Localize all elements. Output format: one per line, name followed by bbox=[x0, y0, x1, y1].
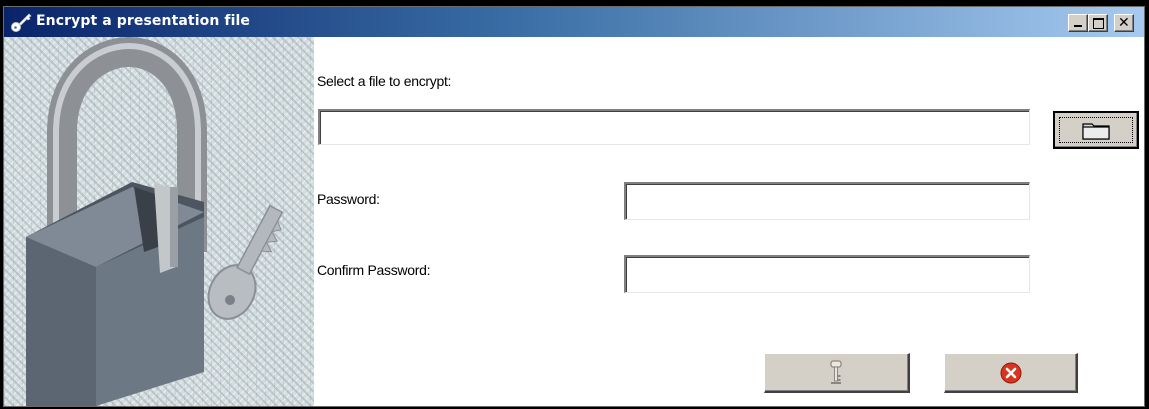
key-icon bbox=[11, 13, 32, 32]
password-field[interactable] bbox=[624, 182, 1030, 220]
folder-icon bbox=[1082, 123, 1110, 140]
cancel-button[interactable] bbox=[944, 353, 1078, 393]
padlock-icon bbox=[26, 37, 284, 406]
close-icon: ✕ bbox=[1118, 15, 1130, 31]
padlock-and-key-illustration bbox=[4, 37, 314, 406]
file-label: Select a file to encrypt: bbox=[317, 73, 452, 89]
cancel-icon bbox=[1000, 362, 1022, 384]
encrypt-window: Encrypt a presentation file ✕ Select a f… bbox=[3, 6, 1145, 407]
confirm-password-field[interactable] bbox=[624, 255, 1030, 293]
password-label: Password: bbox=[317, 191, 380, 207]
encrypt-button[interactable] bbox=[764, 353, 910, 393]
close-button[interactable]: ✕ bbox=[1114, 14, 1134, 32]
key-icon bbox=[830, 360, 842, 384]
minimize-icon bbox=[1074, 25, 1082, 27]
file-path-input[interactable] bbox=[318, 109, 1030, 145]
maximize-icon bbox=[1093, 18, 1104, 29]
confirm-password-label: Confirm Password: bbox=[317, 262, 431, 278]
minimize-button[interactable] bbox=[1068, 14, 1088, 32]
window-title: Encrypt a presentation file bbox=[36, 13, 250, 29]
title-bar[interactable]: Encrypt a presentation file ✕ bbox=[4, 7, 1144, 37]
browse-button[interactable] bbox=[1053, 111, 1139, 149]
maximize-button[interactable] bbox=[1088, 14, 1108, 32]
